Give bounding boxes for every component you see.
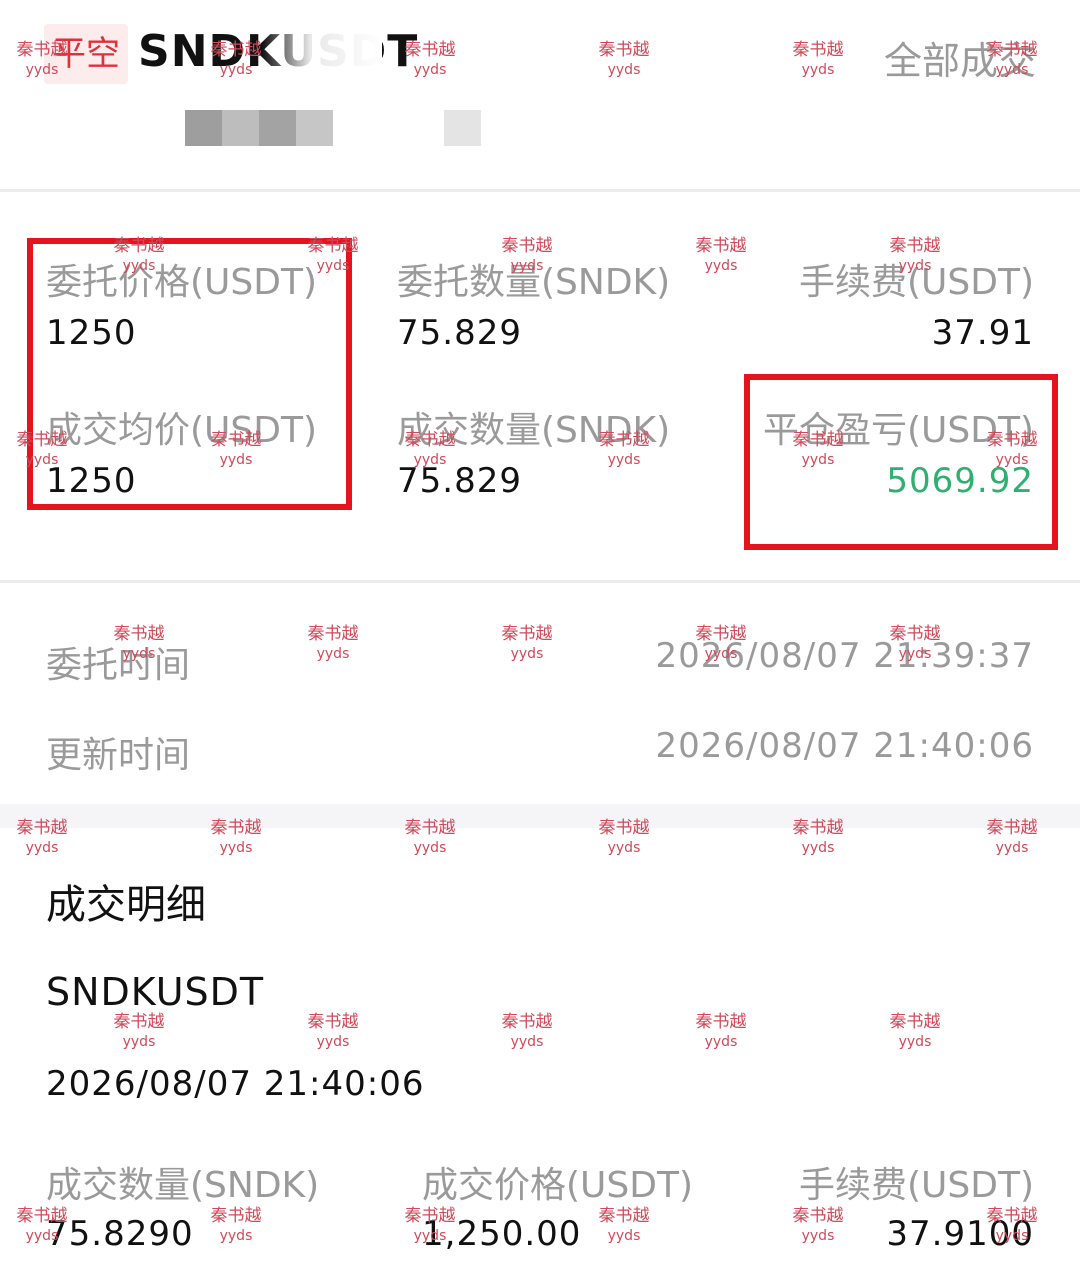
redacted-mosaic [185,110,333,146]
watermark: 秦书越 yyds [695,1012,747,1050]
watermark: 秦书越 yyds [501,1012,553,1050]
order-time-label: 委托时间 [46,645,191,686]
symbol-fade [262,30,382,78]
pnl-highlight-box [744,374,1058,550]
filled-qty-value: 75.829 [397,461,522,501]
redacted-block [444,110,481,146]
order-header: 平空 SNDKUSDT 全部成交 [0,0,1080,190]
trade-symbol: SNDKUSDT [46,970,265,1014]
trade-details-title: 成交明细 [46,882,206,928]
watermark: 秦书越 yyds [598,1206,650,1244]
trade-price-label: 成交价格(USDT) [422,1165,694,1206]
trade-qty-label: 成交数量(SNDK) [46,1165,320,1206]
fee-value: 37.91 [931,313,1034,353]
watermark: 秦书越 yyds [307,624,359,662]
filled-qty-label: 成交数量(SNDK) [397,410,671,451]
order-qty-label: 委托数量(SNDK) [397,262,671,303]
watermark: 秦书越 yyds [113,1012,165,1050]
watermark: 秦书越 yyds [210,1206,262,1244]
side-badge: 平空 [44,24,128,84]
watermark: 秦书越 yyds [501,624,553,662]
trade-qty-value: 75.8290 [46,1214,194,1254]
trade-fee-label: 手续费(USDT) [798,1165,1034,1206]
update-time-label: 更新时间 [46,735,191,776]
section-separator [0,804,1080,828]
fee-label: 手续费(USDT) [798,262,1034,303]
price-highlight-box [27,238,352,510]
watermark: 秦书越 yyds [889,1012,941,1050]
trade-price-value: 1,250.00 [422,1214,582,1254]
header-divider [0,189,1080,192]
order-status: 全部成交 [883,39,1036,83]
watermark: 秦书越 yyds [307,1012,359,1050]
update-time-value: 2026/08/07 21:40:06 [655,726,1034,766]
watermark: 秦书越 yyds [792,1206,844,1244]
order-time-value: 2026/08/07 21:39:37 [655,636,1034,676]
grid-divider [0,580,1080,583]
trade-fee-value: 37.9100 [886,1214,1034,1254]
trade-time: 2026/08/07 21:40:06 [46,1064,425,1104]
order-qty-value: 75.829 [397,313,522,353]
